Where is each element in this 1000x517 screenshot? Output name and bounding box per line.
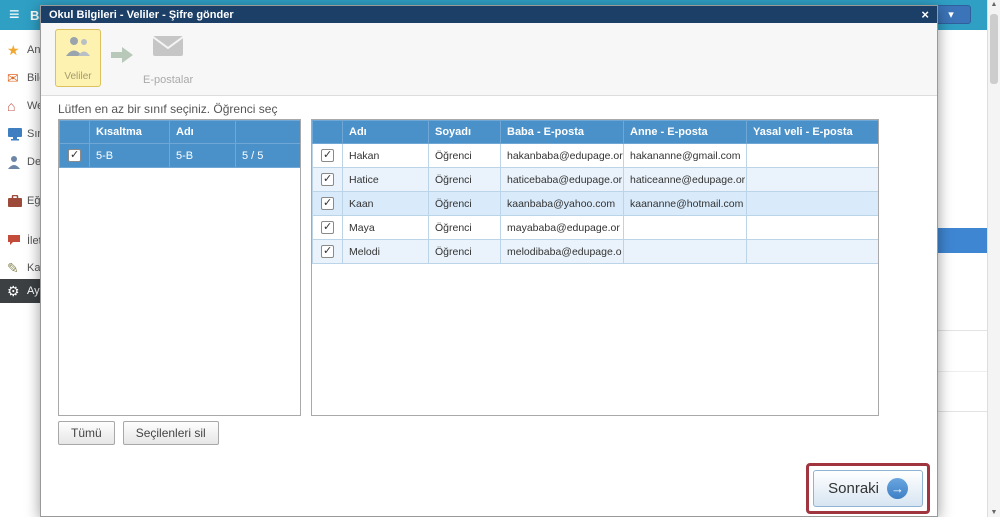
select-all-button[interactable]: Tümü — [58, 421, 115, 445]
column-header[interactable]: Soyadı — [428, 120, 501, 144]
envelope-icon — [152, 35, 184, 62]
student-row[interactable]: Kaan Öğrenci kaanbaba@yahoo.com kaananne… — [312, 191, 878, 216]
father-email: melodibaba@edupage.o — [500, 239, 624, 264]
wizard-step-epostalar: E-postalar — [143, 35, 193, 86]
checkbox-column-header — [312, 120, 343, 144]
class-table: Kısaltma Adı 5-B 5-B 5 / 5 — [59, 120, 300, 168]
mother-email — [623, 239, 747, 264]
student-name: Melodi — [342, 239, 429, 264]
class-name: 5-B — [169, 143, 236, 168]
wizard-step-veliler[interactable]: Veliler — [55, 29, 101, 87]
guardian-email — [746, 167, 878, 192]
student-surname: Öğrenci — [428, 215, 501, 240]
instruction-text: Lütfen en az bir sınıf seçiniz. Öğrenci … — [58, 102, 278, 116]
guardian-email — [746, 143, 878, 168]
row-checkbox[interactable] — [321, 172, 334, 186]
step-arrow-icon — [111, 47, 133, 68]
student-name: Hakan — [342, 143, 429, 168]
guardian-email — [746, 215, 878, 240]
mother-email: haticeanne@edupage.or — [623, 167, 747, 192]
scrollbar-thumb[interactable] — [990, 14, 998, 84]
page-scrollbar[interactable]: ▲ ▼ — [987, 0, 1000, 517]
background-table-edge — [938, 330, 987, 412]
close-icon[interactable]: × — [921, 8, 929, 21]
dialog-title: Okul Bilgileri - Veliler - Şifre gönder — [49, 8, 234, 21]
column-header[interactable]: Kısaltma — [89, 120, 170, 144]
student-list-panel: Adı Soyadı Baba - E-posta Anne - E-posta… — [311, 119, 879, 416]
mother-email: kaananne@hotmail.com — [623, 191, 747, 216]
row-checkbox[interactable] — [321, 220, 334, 234]
mother-email: hakananne@gmail.com — [623, 143, 747, 168]
student-surname: Öğrenci — [428, 143, 501, 168]
student-row[interactable]: Hatice Öğrenci haticebaba@edupage.or hat… — [312, 167, 878, 192]
class-list-panel: Kısaltma Adı 5-B 5-B 5 / 5 — [58, 119, 301, 416]
delete-selected-button[interactable]: Seçilenleri sil — [122, 421, 219, 445]
step-label: E-postalar — [143, 74, 194, 86]
row-checkbox[interactable] — [321, 196, 334, 210]
person-icon — [7, 155, 27, 170]
arrow-right-icon: → — [887, 478, 908, 499]
father-email: kaanbaba@yahoo.com — [500, 191, 624, 216]
dialog-titlebar: Okul Bilgileri - Veliler - Şifre gönder … — [41, 6, 937, 23]
next-button-label: Sonraki — [828, 480, 879, 497]
student-surname: Öğrenci — [428, 239, 501, 264]
gear-icon: ⚙ — [7, 282, 20, 299]
student-surname: Öğrenci — [428, 167, 501, 192]
list-action-buttons: Tümü Seçilenleri sil — [58, 421, 219, 445]
caret-down-icon: ▾ — [948, 9, 954, 21]
class-abbreviation: 5-B — [89, 143, 170, 168]
father-email: mayababa@edupage.or — [500, 215, 624, 240]
table-header-row: Kısaltma Adı — [59, 120, 300, 144]
column-header[interactable]: Yasal veli - E-posta — [746, 120, 878, 144]
student-row[interactable]: Hakan Öğrenci hakanbaba@edupage.or hakan… — [312, 143, 878, 168]
background-blue-button — [938, 228, 987, 253]
briefcase-icon — [7, 194, 27, 208]
row-checkbox[interactable] — [321, 148, 334, 162]
student-table: Adı Soyadı Baba - E-posta Anne - E-posta… — [312, 120, 878, 264]
guardian-email — [746, 191, 878, 216]
column-header[interactable]: Adı — [342, 120, 429, 144]
student-row[interactable]: Maya Öğrenci mayababa@edupage.or — [312, 215, 878, 240]
checkbox-column-header — [59, 120, 90, 144]
class-selected-count: 5 / 5 — [235, 143, 300, 168]
table-header-row: Adı Soyadı Baba - E-posta Anne - E-posta… — [312, 120, 878, 144]
mail-icon: ✉ — [7, 69, 19, 86]
annotation-highlight-box: Sonraki → — [806, 463, 930, 514]
student-name: Maya — [342, 215, 429, 240]
column-header[interactable]: Baba - E-posta — [500, 120, 624, 144]
monitor-icon — [7, 127, 27, 141]
column-header[interactable]: Anne - E-posta — [623, 120, 747, 144]
hamburger-menu-icon[interactable]: ≡ — [9, 4, 20, 25]
next-button[interactable]: Sonraki → — [813, 470, 923, 507]
student-name: Hatice — [342, 167, 429, 192]
home-icon: ⌂ — [7, 98, 16, 114]
send-password-dialog: Okul Bilgileri - Veliler - Şifre gönder … — [40, 5, 938, 517]
pen-icon: ✎ — [7, 259, 19, 276]
student-surname: Öğrenci — [428, 191, 501, 216]
star-icon: ★ — [7, 41, 20, 58]
column-header — [235, 120, 300, 144]
row-checkbox[interactable] — [321, 244, 334, 258]
student-name: Kaan — [342, 191, 429, 216]
student-row[interactable]: Melodi Öğrenci melodibaba@edupage.o — [312, 239, 878, 264]
scroll-down-icon[interactable]: ▼ — [988, 509, 1000, 516]
people-icon — [65, 36, 91, 62]
father-email: haticebaba@edupage.or — [500, 167, 624, 192]
class-row[interactable]: 5-B 5-B 5 / 5 — [59, 143, 300, 168]
step-label: Veliler — [64, 71, 92, 82]
column-header[interactable]: Adı — [169, 120, 236, 144]
scroll-up-icon[interactable]: ▲ — [988, 1, 1000, 8]
class-checkbox[interactable] — [68, 148, 81, 162]
chat-icon — [7, 234, 27, 248]
father-email: hakanbaba@edupage.or — [500, 143, 624, 168]
mother-email — [623, 215, 747, 240]
guardian-email — [746, 239, 878, 264]
wizard-steps: Veliler E-postalar — [41, 23, 937, 96]
